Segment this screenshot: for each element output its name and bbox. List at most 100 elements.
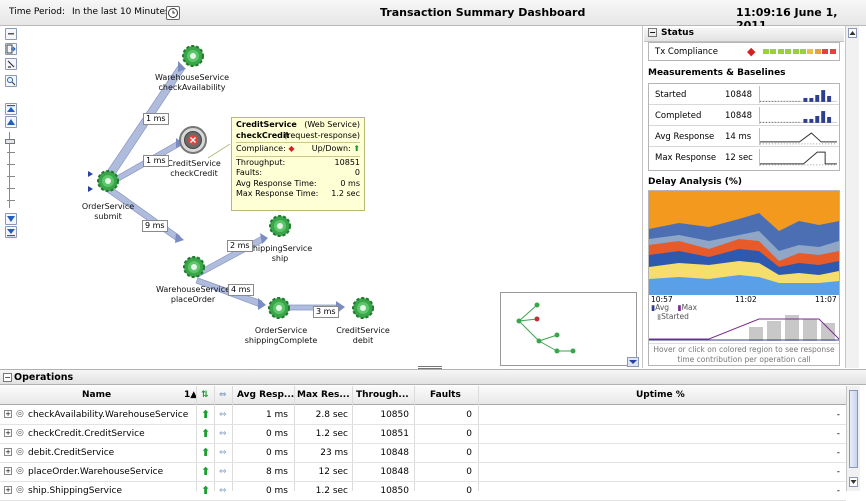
graph-minimap[interactable] bbox=[500, 292, 637, 366]
measurement-row[interactable]: Completed 10848 bbox=[649, 105, 839, 126]
table-row[interactable]: + ◎ placeOrder.WarehouseService ⬆ ⇔ 8 ms 12 se… bbox=[0, 463, 846, 482]
node-label: CreditService debit bbox=[336, 326, 390, 345]
max-response-value: 12 sec bbox=[318, 467, 349, 477]
operation-name[interactable]: checkAvailability.WarehouseService bbox=[28, 410, 188, 420]
operations-header[interactable]: − Operations bbox=[0, 369, 866, 385]
compliance-segment bbox=[822, 49, 829, 54]
compliance-segment bbox=[770, 49, 777, 54]
tx-compliance-label: Tx Compliance bbox=[655, 47, 718, 57]
tooltip-avg-label: Avg Response Time: bbox=[236, 178, 317, 188]
tooltip-updown-label: Up/Down: bbox=[311, 144, 351, 153]
table-row[interactable]: + ◎ checkCredit.CreditService ⬆ ⇔ 0 ms 1.2 sec… bbox=[0, 425, 846, 444]
up-arrow-icon: ⬆ bbox=[201, 446, 211, 459]
operation-icon: ◎ bbox=[16, 409, 24, 419]
scroll-thumb[interactable] bbox=[849, 390, 858, 468]
avg-response-value: 8 ms bbox=[265, 467, 288, 477]
expand-icon[interactable]: + bbox=[4, 467, 12, 475]
measurement-value: 10848 bbox=[725, 90, 753, 100]
layout-icon[interactable] bbox=[5, 58, 17, 70]
measurements-title: Measurements & Baselines bbox=[648, 68, 786, 78]
zoom-max-icon[interactable] bbox=[5, 103, 17, 115]
minimap-scroll-down-icon[interactable] bbox=[627, 357, 639, 367]
tooltip-faults-label: Faults: bbox=[236, 168, 263, 177]
tooltip-max-label: Max Response Time: bbox=[236, 189, 319, 198]
page-title: Transaction Summary Dashboard bbox=[380, 6, 586, 19]
service-node-error-icon[interactable] bbox=[179, 126, 207, 154]
dependency-icon: ⇔ bbox=[219, 486, 227, 496]
expand-icon[interactable]: + bbox=[4, 429, 12, 437]
scroll-up-icon[interactable] bbox=[848, 28, 857, 38]
service-node-gear-icon[interactable] bbox=[183, 256, 205, 278]
col-avg-response[interactable]: Avg Resp... bbox=[237, 390, 294, 400]
compliance-segment bbox=[785, 49, 792, 54]
collapse-icon[interactable]: − bbox=[648, 28, 657, 37]
service-node-gear-icon[interactable] bbox=[182, 45, 204, 67]
col-throughput[interactable]: Through... bbox=[356, 390, 409, 400]
compliance-diamond-icon: ◆ bbox=[747, 45, 756, 58]
max-response-value: 1.2 sec bbox=[315, 429, 348, 439]
operation-name[interactable]: debit.CreditService bbox=[28, 448, 114, 458]
operation-name[interactable]: checkCredit.CreditService bbox=[28, 429, 145, 439]
tooltip-faults-value: 0 bbox=[354, 168, 360, 177]
scroll-down-icon[interactable] bbox=[849, 477, 858, 487]
col-max-response[interactable]: Max Res... bbox=[297, 390, 350, 400]
service-node-gear-icon[interactable] bbox=[352, 297, 374, 319]
right-panel-scrollbar[interactable] bbox=[845, 26, 859, 368]
expand-icon[interactable]: + bbox=[4, 410, 12, 418]
table-row[interactable]: + ◎ ship.ShippingService ⬆ ⇔ 0 ms 1.2 sec 10850… bbox=[0, 482, 846, 501]
table-row[interactable]: + ◎ checkAvailability.WarehouseService ⬆ ⇔ 1 … bbox=[0, 406, 846, 425]
col-name[interactable]: Name bbox=[82, 390, 111, 400]
compliance-segment bbox=[807, 49, 814, 54]
col-faults[interactable]: Faults bbox=[430, 390, 461, 400]
export-icon[interactable] bbox=[5, 43, 17, 55]
edge-latency-label: 2 ms bbox=[227, 240, 253, 252]
compliance-segment bbox=[814, 49, 821, 54]
edge-latency-label: 1 ms bbox=[143, 155, 169, 167]
service-graph-canvas[interactable]: WarehouseService checkAvailability Credit… bbox=[0, 26, 643, 369]
operation-name[interactable]: placeOrder.WarehouseService bbox=[28, 467, 163, 477]
compliance-segment bbox=[792, 49, 799, 54]
max-response-value: 2.8 sec bbox=[315, 410, 348, 420]
measurement-row[interactable]: Started 10848 bbox=[649, 84, 839, 105]
col-uptime[interactable]: Uptime % bbox=[636, 390, 685, 400]
throughput-value: 10850 bbox=[380, 486, 409, 496]
service-node-gear-icon[interactable] bbox=[97, 170, 119, 192]
measurement-row[interactable]: Avg Response 14 ms bbox=[649, 126, 839, 147]
compliance-segment bbox=[829, 49, 836, 54]
time-period-value[interactable]: In the last 10 Minutes bbox=[72, 7, 170, 17]
status-header[interactable]: − Status bbox=[644, 28, 844, 42]
updown-col-icon[interactable]: ⇅ bbox=[201, 390, 209, 400]
measurement-value: 12 sec bbox=[725, 153, 753, 163]
avg-response-value: 0 ms bbox=[265, 486, 288, 496]
dependency-icon: ⇔ bbox=[219, 429, 227, 439]
measurement-label: Started bbox=[655, 90, 687, 100]
zoom-slider-thumb[interactable] bbox=[5, 139, 15, 144]
collapse-icon[interactable] bbox=[5, 28, 17, 40]
operation-icon: ◎ bbox=[16, 447, 24, 457]
zoom-icon[interactable] bbox=[5, 75, 17, 87]
operation-name[interactable]: ship.ShippingService bbox=[28, 486, 122, 496]
collapse-icon[interactable]: − bbox=[3, 373, 12, 382]
edge-latency-label: 3 ms bbox=[313, 306, 339, 318]
uptime-value: - bbox=[836, 467, 840, 477]
zoom-in-icon[interactable] bbox=[5, 116, 17, 128]
delay-stacked-area[interactable] bbox=[649, 191, 839, 295]
measurement-label: Max Response bbox=[655, 153, 717, 163]
zoom-out-icon[interactable] bbox=[5, 213, 17, 225]
tx-compliance-row[interactable]: Tx Compliance ◆ bbox=[648, 42, 840, 61]
tooltip-service-type: (Web Service) bbox=[304, 120, 360, 129]
dependency-icon: ⇔ bbox=[219, 448, 227, 458]
expand-icon[interactable]: + bbox=[4, 448, 12, 456]
table-scrollbar[interactable] bbox=[846, 386, 860, 491]
dependency-col-icon[interactable]: ⇔ bbox=[219, 390, 227, 400]
expand-icon[interactable]: + bbox=[4, 486, 12, 494]
measurement-label: Avg Response bbox=[655, 132, 715, 142]
zoom-min-icon[interactable] bbox=[5, 226, 17, 238]
delay-analysis-chart[interactable]: 10:57 11:02 11:07 ▮Avg ▮Max ▮Started Hov… bbox=[648, 190, 840, 366]
avg-response-sparkline bbox=[759, 128, 837, 145]
service-node-gear-icon[interactable] bbox=[269, 215, 291, 237]
service-node-gear-icon[interactable] bbox=[268, 297, 290, 319]
measurement-row[interactable]: Max Response 12 sec bbox=[649, 147, 839, 168]
table-row[interactable]: + ◎ debit.CreditService ⬆ ⇔ 0 ms 23 ms 10848 0 - bbox=[0, 444, 846, 463]
clock-icon[interactable] bbox=[166, 6, 180, 20]
